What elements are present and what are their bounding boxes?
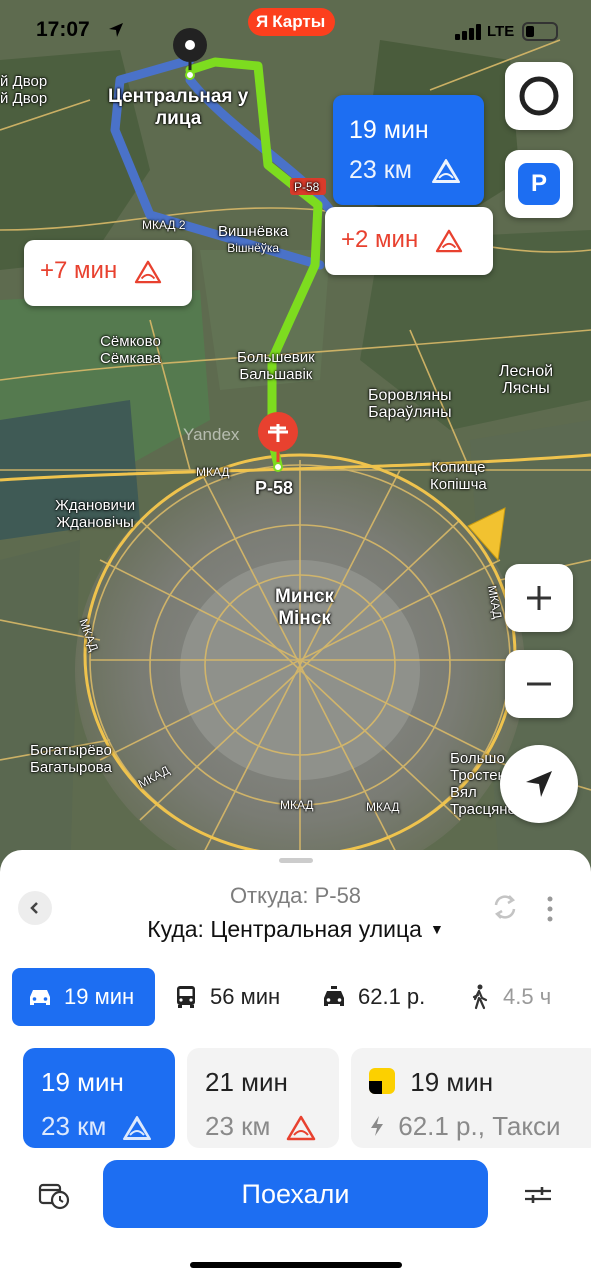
route-sheet: Откуда: Р-58 Куда: Центральная улица ▼ 19… [0,850,591,1280]
road-label-mkad-s2: МКАД [366,800,400,814]
route-option-time: 21 мин [205,1067,288,1097]
my-location-button[interactable] [500,745,578,823]
car-icon [30,990,50,1005]
home-indicator [190,1262,402,1268]
tab-car-label: 19 мин [64,984,135,1009]
map-label-p58-start: Р-58 [255,478,294,498]
route-callout-alt-west[interactable]: +7 мин [24,240,192,306]
road-shield-p58-top: Р-58 [294,180,320,194]
app-name: Карты [272,12,326,31]
callout-main-time: 19 мин [349,116,429,144]
zoom-out-button[interactable] [505,650,573,718]
network-label: LTE [487,23,515,40]
map-label-dvor: й Двор й Двор [0,73,48,107]
road-warning-icon [134,260,162,283]
tab-taxi-label: 62.1 р. [358,984,426,1009]
map-label-vishnevka: Вишнёвка Вішнёўка [218,223,289,255]
yandex-taxi-icon [369,1068,395,1094]
road-label-mkad: МКАД [196,465,230,479]
signal-icon [455,24,481,40]
map-view[interactable]: й Двор й Двор Центральная у лица Р-58 МКАД… [0,0,591,880]
route-option-distance: 23 км [41,1110,157,1142]
parking-button[interactable]: P [505,150,573,218]
tab-walk[interactable]: 4.5 ч [465,968,551,1026]
location-arrow-icon [109,23,123,37]
route-callout-main[interactable]: 19 мин 23 км [333,95,484,205]
road-label-mkad-s1: МКАД [280,798,314,812]
minus-icon [527,682,551,686]
schedule-departure-icon[interactable] [38,1180,70,1210]
map-label-central-street: Центральная у лица [108,86,249,129]
tab-transit[interactable]: 56 мин [172,968,280,1026]
map-label-borovlyany: Боровляны Бараўляны [368,387,452,421]
tab-transit-label: 56 мин [210,984,281,1009]
road-warning-icon [431,159,460,184]
map-label-minsk: Минск Мінск [275,586,335,629]
lightning-icon [371,1116,383,1136]
road-label-mkad2: МКАД 2 [142,218,186,232]
road-warning-icon [286,1115,315,1141]
tab-car[interactable]: 19 мин [12,968,155,1026]
callout-main-distance: 23 км [349,155,468,185]
map-label-lesnoy: Лесной Лясны [499,363,554,397]
caret-down-icon: ▼ [429,921,444,937]
route-callout-alt-east[interactable]: +2 мин [325,207,493,275]
route-settings-icon[interactable] [522,1180,554,1210]
walk-icon [472,984,488,1010]
location-arrow-icon [526,771,552,797]
taxi-icon [324,986,344,1006]
plus-icon [527,586,551,610]
route-option-time: 19 мин [41,1067,124,1097]
map-label-semkovo: Сёмково Сёмкава [100,333,161,367]
map-label-bogatyrevo: Богатырёво Багатырова [30,742,112,776]
yandex-watermark: Yandex [183,425,240,444]
route-to-label: Куда: Центральная улица [147,916,422,942]
map-label-zhdanovichi: Ждановичи Ждановічы [55,497,136,531]
swap-route-icon[interactable] [490,892,520,922]
road-warning-icon [435,229,463,252]
yandex-maps-badge[interactable]: Я Карты [248,8,336,36]
bus-icon [177,986,195,1008]
tab-taxi[interactable]: 62.1 р. [320,968,425,1026]
route-option-1[interactable]: 19 мин 23 км [23,1048,175,1148]
alice-assistant-button[interactable] [505,62,573,130]
map-label-bolshevik: Большевик Бальшавік [237,349,315,383]
alice-icon [519,76,559,116]
parking-icon: P [518,163,560,205]
route-option-distance: 23 км [205,1110,321,1142]
status-time: 17:07 [36,18,90,41]
zoom-in-button[interactable] [505,564,573,632]
go-button[interactable]: Поехали [103,1160,488,1228]
route-option-price: 62.1 р., Такси [369,1110,583,1142]
route-option-2[interactable]: 21 мин 23 км [187,1048,339,1148]
more-vertical-icon[interactable] [544,894,556,924]
route-option-time: 19 мин [369,1066,583,1098]
sheet-grabber[interactable] [279,858,313,863]
road-warning-icon [122,1116,151,1141]
tab-walk-label: 4.5 ч [503,984,552,1009]
map-label-kopishche: Копище Копішча [430,459,487,493]
battery-icon [522,22,558,41]
yandex-logo: Я [256,12,269,31]
route-option-taxi[interactable]: 19 мин 62.1 р., Такси [351,1048,591,1148]
